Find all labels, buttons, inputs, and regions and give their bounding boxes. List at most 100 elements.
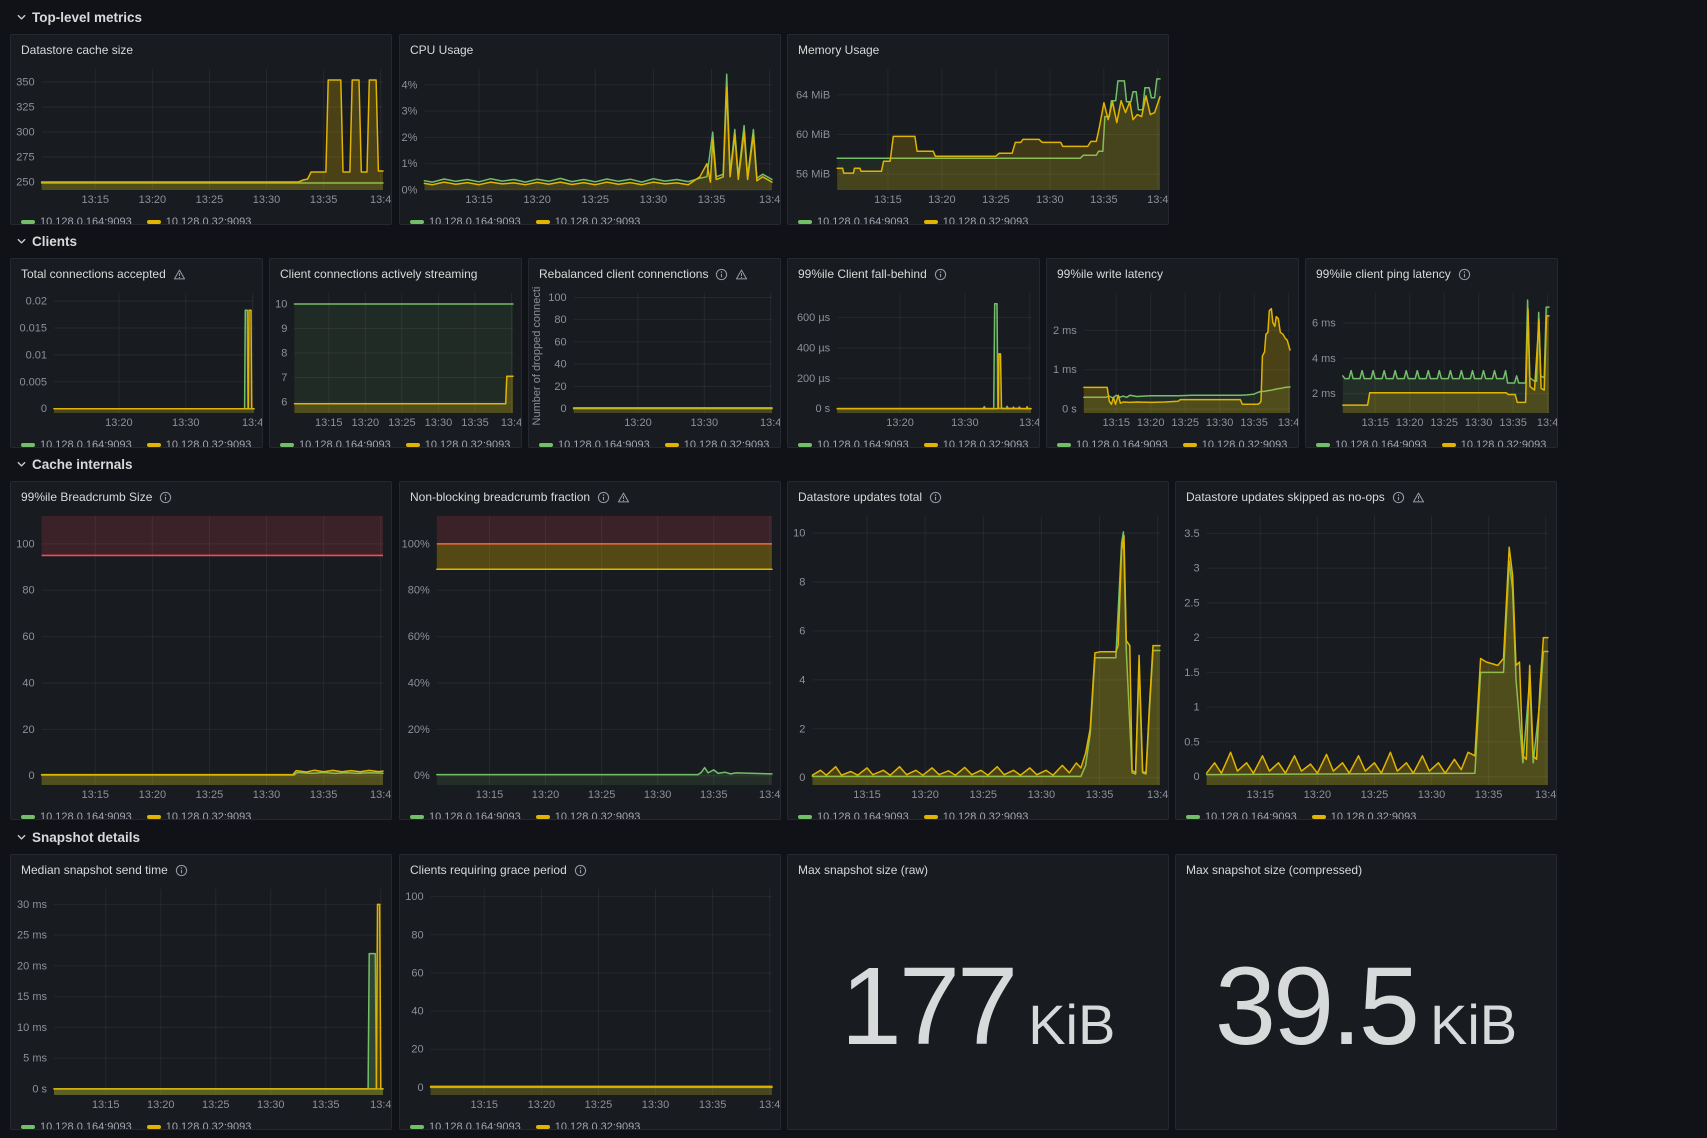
panel-title[interactable]: Max snapshot size (compressed) — [1186, 863, 1362, 877]
y-tick-label: 30 ms — [17, 899, 47, 911]
chart-area[interactable]: 02040608010013:1513:2013:2513:3013:3513:… — [11, 509, 391, 807]
legend-item-green[interactable]: 10.128.0.164:9093 — [539, 439, 650, 448]
info-icon[interactable] — [1392, 491, 1405, 504]
panel-header: 99%ile write latency — [1047, 259, 1298, 286]
x-tick-label: 13:15 — [81, 789, 109, 801]
panel-title[interactable]: Datastore updates total — [798, 490, 922, 504]
chart-area[interactable]: 00.511.522.533.513:1513:2013:2513:3013:3… — [1176, 509, 1556, 807]
legend-item-yellow[interactable]: 10.128.0.32:9093 — [924, 439, 1029, 448]
chart-area[interactable]: 56 MiB60 MiB64 MiB13:1513:2013:2513:3013… — [788, 62, 1168, 212]
chart-area[interactable]: 024681013:1513:2013:2513:3013:3513:4 — [788, 509, 1168, 807]
panel-title[interactable]: CPU Usage — [410, 43, 473, 57]
legend-item-yellow[interactable]: 10.128.0.32:9093 — [536, 216, 641, 225]
panel-header: 99%ile Breadcrumb Size — [11, 482, 391, 509]
info-icon[interactable] — [574, 864, 587, 877]
section-header-top-level-metrics[interactable]: Top-level metrics — [16, 8, 142, 26]
legend-item-green[interactable]: 10.128.0.164:9093 — [410, 811, 521, 820]
panel-title[interactable]: Memory Usage — [798, 43, 879, 57]
chart-svg: 0%1%2%3%4%13:1513:2013:2513:3013:3513:4 — [400, 62, 780, 207]
panel-title[interactable]: 99%ile Client fall-behind — [798, 267, 927, 281]
legend-item-yellow[interactable]: 10.128.0.32:9093 — [536, 811, 641, 820]
legend-item-green[interactable]: 10.128.0.164:9093 — [21, 439, 132, 448]
chart-area[interactable]: 02040608010013:1513:2013:2513:3013:3513:… — [400, 882, 780, 1117]
legend-item-yellow[interactable]: 10.128.0.32:9093 — [1442, 439, 1547, 448]
legend-item-green[interactable]: 10.128.0.164:9093 — [798, 811, 909, 820]
chart-area[interactable]: 0%20%40%60%80%100%13:1513:2013:2513:3013… — [400, 509, 780, 807]
series-line-yellow — [424, 87, 772, 184]
y-tick-label: 0 s — [1062, 404, 1077, 416]
panel-title[interactable]: Max snapshot size (raw) — [798, 863, 928, 877]
y-tick-label: 1 — [1193, 702, 1199, 714]
legend-item-yellow[interactable]: 10.128.0.32:9093 — [924, 811, 1029, 820]
y-tick-label: 350 — [16, 77, 34, 89]
panel-title[interactable]: 99%ile client ping latency — [1316, 267, 1451, 281]
legend-label: 10.128.0.164:9093 — [817, 439, 909, 448]
legend-item-yellow[interactable]: 10.128.0.32:9093 — [147, 216, 252, 225]
chart-area[interactable]: 0 s1 ms2 ms13:1513:2013:2513:3013:3513:4 — [1047, 286, 1298, 435]
info-icon[interactable] — [1458, 268, 1471, 281]
legend-item-yellow[interactable]: 10.128.0.32:9093 — [536, 1121, 641, 1130]
legend-item-yellow[interactable]: 10.128.0.32:9093 — [924, 216, 1029, 225]
panel-title[interactable]: Total connections accepted — [21, 267, 166, 281]
legend-item-green[interactable]: 10.128.0.164:9093 — [280, 439, 391, 448]
info-icon[interactable] — [159, 491, 172, 504]
chart-area[interactable]: 0 s5 ms10 ms15 ms20 ms25 ms30 ms13:1513:… — [11, 882, 391, 1117]
legend-item-green[interactable]: 10.128.0.164:9093 — [1186, 811, 1297, 820]
section-header-clients[interactable]: Clients — [16, 232, 77, 250]
warning-icon[interactable] — [1412, 491, 1425, 504]
info-icon[interactable] — [597, 491, 610, 504]
panel-title[interactable]: Rebalanced client connenctions — [539, 267, 708, 281]
chart-area[interactable]: 02040608010013:2013:3013:4Number of drop… — [529, 286, 780, 435]
legend-dash-green — [1316, 443, 1330, 447]
info-icon[interactable] — [715, 268, 728, 281]
stat-number: 39.5 — [1215, 952, 1417, 1062]
legend-item-yellow[interactable]: 10.128.0.32:9093 — [1312, 811, 1417, 820]
chart-area[interactable]: 00.0050.010.0150.0213:2013:3013:4 — [11, 286, 262, 435]
panel-title[interactable]: 99%ile write latency — [1057, 267, 1163, 281]
chart-area[interactable]: 67891013:1513:2013:2513:3013:3513:4 — [270, 286, 521, 435]
legend-item-yellow[interactable]: 10.128.0.32:9093 — [147, 811, 252, 820]
section-header-cache-internals[interactable]: Cache internals — [16, 455, 133, 473]
warning-icon[interactable] — [173, 268, 186, 281]
legend-item-yellow[interactable]: 10.128.0.32:9093 — [1183, 439, 1288, 448]
warning-icon[interactable] — [617, 491, 630, 504]
y-tick-label: 25 ms — [17, 930, 47, 942]
legend-item-green[interactable]: 10.128.0.164:9093 — [798, 216, 909, 225]
legend-item-green[interactable]: 10.128.0.164:9093 — [21, 811, 132, 820]
warning-icon[interactable] — [735, 268, 748, 281]
chart-area[interactable]: 0 s200 µs400 µs600 µs13:2013:3013:4 — [788, 286, 1039, 435]
legend-item-yellow[interactable]: 10.128.0.32:9093 — [147, 1121, 252, 1130]
x-tick-label: 13:20 — [1137, 417, 1165, 429]
panel-title[interactable]: Client connections actively streaming — [280, 267, 477, 281]
chart-area[interactable]: 2 ms4 ms6 ms13:1513:2013:2513:3013:3513:… — [1306, 286, 1557, 435]
panel-title[interactable]: Median snapshot send time — [21, 863, 168, 877]
legend-dash-green — [410, 220, 424, 224]
panel-rebalanced-client-connenctions: Rebalanced client connenctions 0204060801… — [528, 258, 781, 448]
info-icon[interactable] — [175, 864, 188, 877]
legend-label: 10.128.0.32:9093 — [943, 811, 1029, 820]
legend-item-green[interactable]: 10.128.0.164:9093 — [798, 439, 909, 448]
x-tick-label: 13:25 — [970, 789, 998, 801]
legend-item-green[interactable]: 10.128.0.164:9093 — [410, 1121, 521, 1130]
info-icon[interactable] — [934, 268, 947, 281]
legend-item-green[interactable]: 10.128.0.164:9093 — [410, 216, 521, 225]
chart-area[interactable]: 0%1%2%3%4%13:1513:2013:2513:3013:3513:4 — [400, 62, 780, 212]
legend-item-green[interactable]: 10.128.0.164:9093 — [1057, 439, 1168, 448]
info-icon[interactable] — [929, 491, 942, 504]
panel-title[interactable]: Clients requiring grace period — [410, 863, 567, 877]
panel-title[interactable]: Non-blocking breadcrumb fraction — [410, 490, 590, 504]
legend-item-yellow[interactable]: 10.128.0.32:9093 — [665, 439, 770, 448]
panel-header: Client connections actively streaming — [270, 259, 521, 286]
x-tick-label: 13:4 — [370, 1099, 391, 1111]
legend-item-green[interactable]: 10.128.0.164:9093 — [1316, 439, 1427, 448]
series-line-green — [54, 310, 254, 409]
legend-item-green[interactable]: 10.128.0.164:9093 — [21, 1121, 132, 1130]
panel-title[interactable]: Datastore updates skipped as no-ops — [1186, 490, 1385, 504]
panel-title[interactable]: Datastore cache size — [21, 43, 133, 57]
legend-item-green[interactable]: 10.128.0.164:9093 — [21, 216, 132, 225]
legend-item-yellow[interactable]: 10.128.0.32:9093 — [406, 439, 511, 448]
chart-area[interactable]: 25027530032535013:1513:2013:2513:3013:35… — [11, 62, 391, 212]
section-header-snapshot-details[interactable]: Snapshot details — [16, 828, 140, 846]
panel-title[interactable]: 99%ile Breadcrumb Size — [21, 490, 152, 504]
legend-item-yellow[interactable]: 10.128.0.32:9093 — [147, 439, 252, 448]
